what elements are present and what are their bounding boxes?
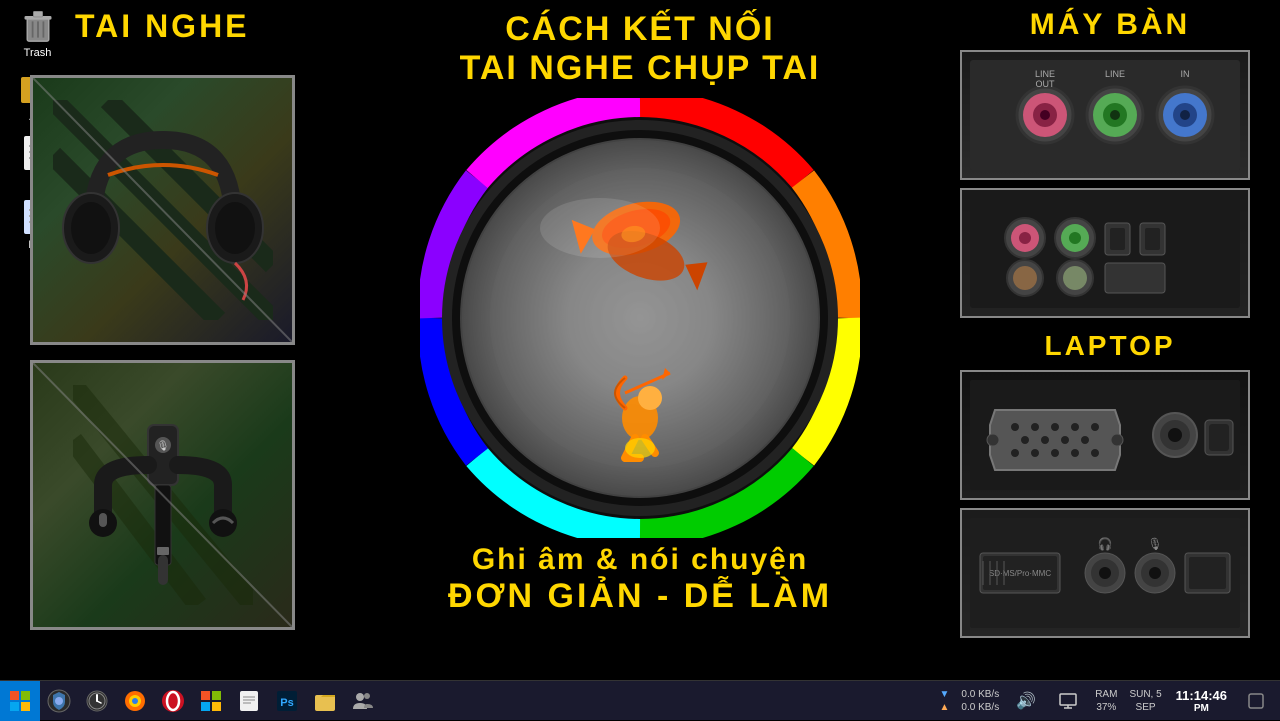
desktop-ports-image-2	[960, 188, 1250, 318]
svg-text:🎧: 🎧	[1098, 537, 1113, 551]
ram-info: RAM 37%	[1091, 688, 1121, 714]
subtitle-line1: Ghi âm & nói chuyện	[448, 543, 832, 577]
taskbar-timer[interactable]	[78, 682, 116, 720]
rainbow-circle	[420, 98, 860, 538]
adapter-image: 🎙	[30, 360, 295, 630]
network-down-speed: 0.0 KB/s	[961, 688, 999, 701]
taskbar-windows-store[interactable]	[192, 682, 230, 720]
laptop-title: LAPTOP	[960, 330, 1260, 362]
svg-text:🎙: 🎙	[1147, 537, 1162, 551]
network-up-icon: ▲	[939, 701, 949, 714]
taskbar-users[interactable]	[344, 682, 382, 720]
ram-percent: 37%	[1096, 701, 1116, 714]
center-content: CÁCH KẾT NỐI TAI NGHE CHỤP TAI	[320, 0, 960, 680]
notification-icon[interactable]	[1237, 682, 1275, 720]
svg-text:SD·MS/Pro·MMC: SD·MS/Pro·MMC	[989, 569, 1051, 578]
taskbar-antivirus[interactable]	[40, 682, 78, 720]
trash-label: Trash	[24, 47, 52, 59]
title-line2: TAI NGHE CHỤP TAI	[460, 49, 821, 88]
tai-nghe-title: TAI NGHE	[75, 8, 250, 45]
taskbar-files[interactable]	[306, 682, 344, 720]
network-info: ▼ ▲	[935, 688, 953, 714]
taskbar: Ps ▼ ▲ 0.0 KB/s 0.0 KB/s 🔊	[0, 680, 1280, 720]
network-up-speed: 0.0 KB/s	[961, 701, 999, 714]
desktop: Trash A... P...	[0, 0, 1280, 680]
title-line1: CÁCH KẾT NỐI	[460, 10, 821, 49]
network-down-icon: ▼	[939, 688, 949, 701]
svg-text:LINE: LINE	[1105, 69, 1125, 79]
main-title: CÁCH KẾT NỐI TAI NGHE CHỤP TAI	[460, 10, 821, 88]
taskbar-photoshop[interactable]: Ps	[268, 682, 306, 720]
svg-text:LINE: LINE	[1035, 69, 1055, 79]
trash-icon	[18, 5, 58, 45]
svg-text:OUT: OUT	[1036, 79, 1056, 89]
desktop-ports-image-1: LINE OUT LINE IN	[960, 50, 1250, 180]
time-ampm: PM	[1194, 703, 1209, 714]
taskbar-opera[interactable]	[154, 682, 192, 720]
taskbar-firefox[interactable]	[116, 682, 154, 720]
svg-text:🎙: 🎙	[156, 440, 169, 452]
left-images: 🎙	[30, 75, 295, 630]
taskbar-right: ▼ ▲ 0.0 KB/s 0.0 KB/s 🔊 RAM 37% SUN, 5	[935, 682, 1280, 720]
trash-icon-item[interactable]: Trash	[5, 5, 70, 59]
network-speeds: 0.0 KB/s 0.0 KB/s	[957, 688, 1003, 714]
display-icon[interactable]	[1049, 682, 1087, 720]
date-day: SUN, 5	[1129, 688, 1161, 701]
may-ban-title: MÁY BÀN	[960, 8, 1260, 42]
right-content: MÁY BÀN	[960, 0, 1260, 646]
headphone-image	[30, 75, 295, 345]
volume-icon[interactable]: 🔊	[1007, 682, 1045, 720]
bottom-text: Ghi âm & nói chuyện ĐƠN GIẢN - DỄ LÀM	[448, 543, 832, 616]
volume-symbol: 🔊	[1016, 691, 1036, 711]
laptop-port-image-1	[960, 370, 1250, 500]
start-button[interactable]	[0, 681, 40, 721]
laptop-port-image-2: SD·MS/Pro·MMC 🎧 🎙	[960, 508, 1250, 638]
time-block[interactable]: 11:14:46 PM	[1170, 688, 1233, 714]
svg-text:IN: IN	[1181, 69, 1190, 79]
date-month: SEP	[1136, 701, 1156, 714]
ram-label: RAM	[1095, 688, 1117, 701]
taskbar-docs[interactable]	[230, 682, 268, 720]
time-display: 11:14:46	[1176, 688, 1227, 703]
subtitle-line2: ĐƠN GIẢN - DỄ LÀM	[448, 577, 832, 616]
date-info: SUN, 5 SEP	[1125, 688, 1165, 714]
svg-text:Ps: Ps	[280, 697, 293, 709]
